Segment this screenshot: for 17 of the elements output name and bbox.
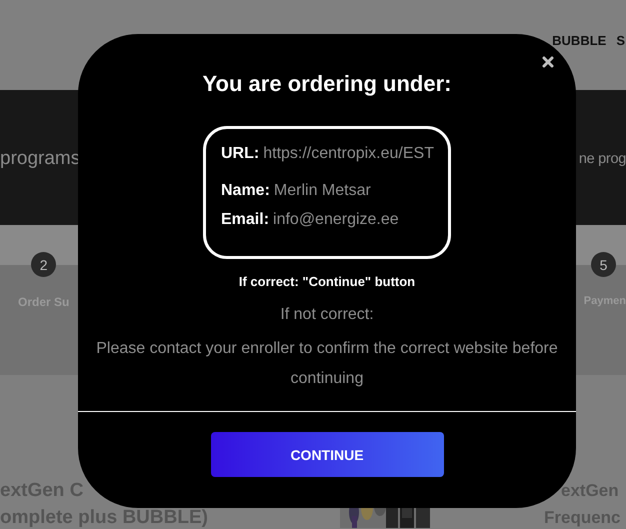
banner-text: programs <box>0 148 80 170</box>
field-value: https://centropix.eu/EST <box>263 145 434 162</box>
continue-button[interactable]: CONTINUE <box>210 432 444 477</box>
close-icon[interactable] <box>542 56 554 68</box>
nav-link[interactable]: S <box>616 33 625 90</box>
field-value: Merlin Metsar <box>274 182 371 199</box>
confirm-note: If correct: "Continue" button <box>238 274 416 289</box>
step-number: 2 <box>31 252 56 277</box>
alt-heading: If not correct: <box>280 306 374 324</box>
banner-text: ne prog <box>578 150 626 167</box>
alt-message: Please contact your enroller to confirm the correct website before continuing <box>95 339 559 389</box>
field-label: URL: <box>221 145 260 162</box>
field-value: info@energize.ee <box>273 211 399 228</box>
field-label: Email: <box>221 211 270 228</box>
dialog-title: You are ordering under: <box>202 71 452 97</box>
field-label: Name: <box>221 182 270 199</box>
step-number: 5 <box>591 252 616 277</box>
